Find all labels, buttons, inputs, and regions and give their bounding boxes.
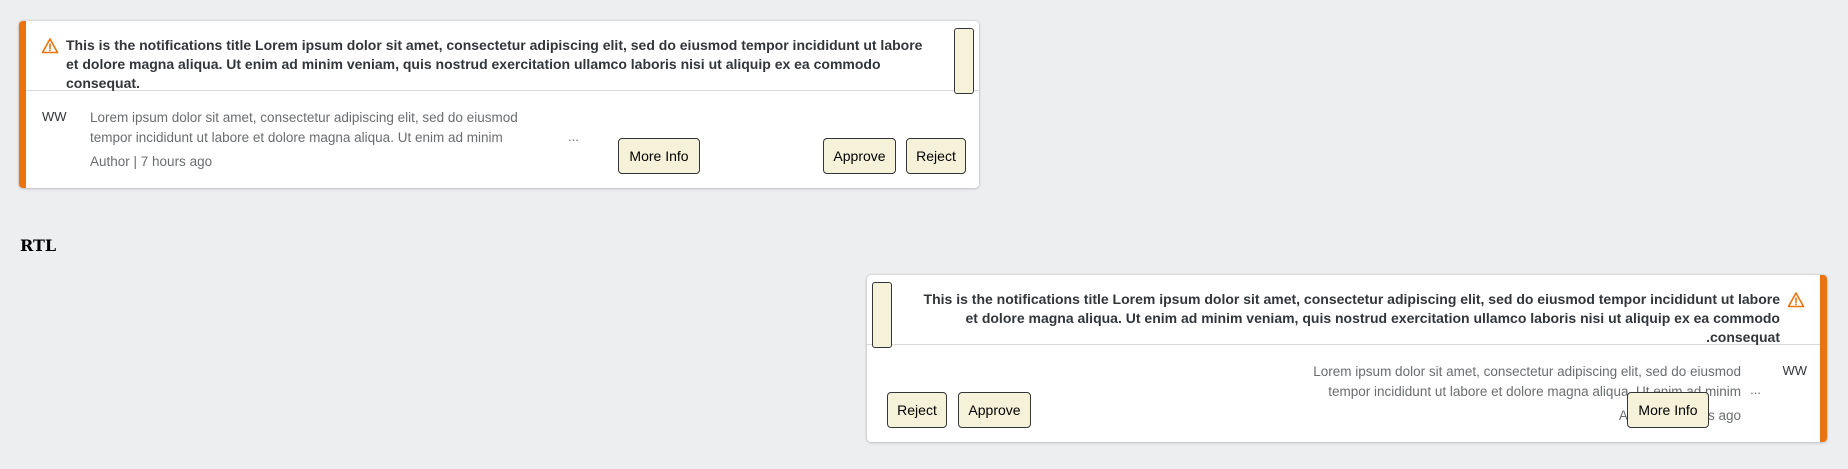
more-info-button[interactable]: More Info <box>1627 392 1709 428</box>
approve-button[interactable]: Approve <box>958 392 1031 428</box>
warning-icon <box>41 38 59 54</box>
avatar: WW <box>42 109 67 124</box>
notification-header: This is the notifications title Lorem ip… <box>26 21 979 94</box>
approve-button[interactable]: Approve <box>823 138 896 174</box>
close-button[interactable] <box>954 28 974 94</box>
close-button[interactable] <box>872 282 892 348</box>
notification-title: This is the notifications title Lorem ip… <box>923 291 1780 345</box>
more-info-button[interactable]: More Info <box>618 138 700 174</box>
notification-header: This is the notifications title Lorem ip… <box>867 275 1820 348</box>
notification-card-rtl: This is the notifications title Lorem ip… <box>867 275 1827 442</box>
priority-stripe <box>19 21 26 188</box>
description-ellipsis: ... <box>1750 382 1761 397</box>
avatar: WW <box>1782 363 1807 378</box>
rtl-section-label: RTL <box>20 236 57 255</box>
reject-button[interactable]: Reject <box>887 392 947 428</box>
warning-icon <box>1787 292 1805 308</box>
reject-button[interactable]: Reject <box>906 138 966 174</box>
description-ellipsis: ... <box>568 129 579 144</box>
notification-title: This is the notifications title Lorem ip… <box>66 37 923 91</box>
notification-meta: Author | 7 hours ago <box>90 154 213 169</box>
priority-stripe <box>1820 275 1827 442</box>
notification-card-ltr: This is the notifications title Lorem ip… <box>19 21 979 188</box>
notification-description: Lorem ipsum dolor sit amet, consectetur … <box>90 110 518 145</box>
